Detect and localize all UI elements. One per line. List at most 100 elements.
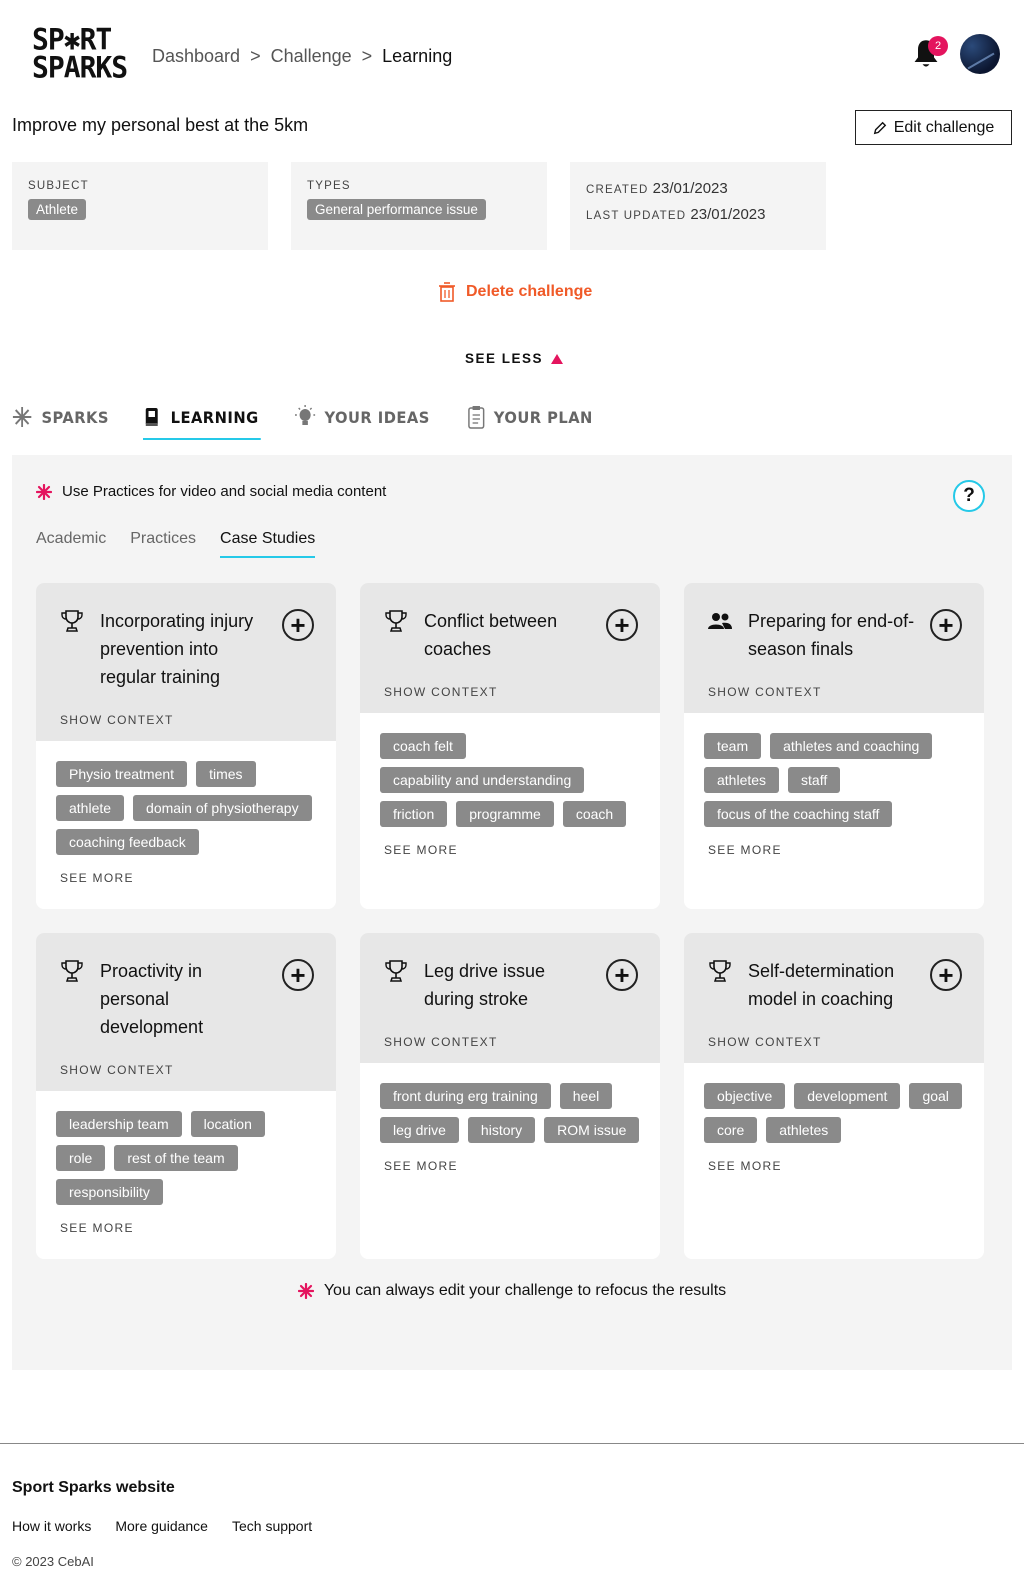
footer-link-how-it-works[interactable]: How it works — [12, 1518, 91, 1534]
keyword-tag: front during erg training — [380, 1083, 551, 1109]
card-body: objective development goal core athletes SEE… — [684, 1063, 984, 1193]
keyword-tag: coach — [562, 801, 627, 827]
tab-practices[interactable]: Practices — [130, 530, 196, 558]
footer-link-tech-support[interactable]: Tech support — [232, 1518, 312, 1534]
updated-row: LAST UPDATED 23/01/2023 — [586, 206, 810, 223]
trophy-icon — [60, 609, 84, 633]
user-avatar[interactable] — [960, 34, 1000, 74]
show-context-toggle[interactable]: SHOW CONTEXT — [708, 1035, 960, 1049]
tab-your-ideas[interactable]: YOUR IDEAS — [295, 400, 432, 434]
see-more-link[interactable]: SEE MORE — [708, 1159, 964, 1173]
keyword-tags: front during erg training heel leg drive hi… — [380, 1083, 640, 1143]
keyword-tag: athletes and coaching — [770, 733, 933, 759]
case-study-card: Preparing for end-of-season finals + SHO… — [684, 583, 984, 909]
see-more-link[interactable]: SEE MORE — [384, 1159, 640, 1173]
breadcrumb-challenge[interactable]: Challenge — [271, 46, 352, 67]
created-row: CREATED 23/01/2023 — [586, 180, 810, 197]
add-case-study-button[interactable]: + — [930, 609, 962, 641]
case-study-card: Self-determination model in coaching + S… — [684, 933, 984, 1259]
challenge-title: Improve my personal best at the 5km — [12, 115, 309, 135]
see-more-link[interactable]: SEE MORE — [384, 843, 640, 857]
card-header: Proactivity in personal development + SH… — [36, 933, 336, 1091]
add-case-study-button[interactable]: + — [930, 959, 962, 991]
trophy-icon — [60, 959, 84, 983]
plus-icon: + — [290, 960, 306, 990]
show-context-toggle[interactable]: SHOW CONTEXT — [60, 713, 312, 727]
practices-tip: Use Practices for video and social media… — [36, 483, 386, 500]
plus-icon: + — [614, 610, 630, 640]
tab-your-plan[interactable]: YOUR PLAN — [467, 400, 595, 434]
see-more-link[interactable]: SEE MORE — [60, 1221, 316, 1235]
types-label: TYPES — [307, 180, 351, 192]
sport-sparks-logo[interactable]: SP✱RT SPARKS — [32, 25, 128, 82]
tab-learning-label: LEARNING — [171, 407, 260, 427]
card-header: Preparing for end-of-season finals + SHO… — [684, 583, 984, 713]
keyword-tag: programme — [456, 801, 554, 827]
card-title: Proactivity in personal development — [100, 961, 204, 1037]
help-button[interactable]: ? — [953, 480, 985, 512]
edit-challenge-button[interactable]: Edit challenge — [855, 110, 1012, 145]
delete-challenge-button[interactable]: Delete challenge — [438, 282, 592, 302]
keyword-tag: responsibility — [56, 1179, 163, 1205]
keyword-tags: objective development goal core athletes — [704, 1083, 964, 1143]
tab-case-studies[interactable]: Case Studies — [220, 530, 316, 558]
card-title: Self-determination model in coaching — [748, 961, 895, 1009]
card-title: Incorporating injury prevention into reg… — [100, 611, 254, 687]
see-more-link[interactable]: SEE MORE — [60, 871, 316, 885]
keyword-tag: rest of the team — [114, 1145, 238, 1171]
updated-value: 23/01/2023 — [690, 206, 766, 223]
breadcrumb-current: Learning — [382, 46, 453, 66]
show-context-toggle[interactable]: SHOW CONTEXT — [384, 1035, 636, 1049]
tab-sparks-label: SPARKS — [41, 407, 109, 427]
card-title: Leg drive issue during stroke — [424, 961, 546, 1009]
keyword-tag: times — [196, 761, 256, 787]
tab-academic[interactable]: Academic — [36, 530, 106, 558]
keyword-tag: heel — [559, 1083, 613, 1109]
delete-challenge-label: Delete challenge — [466, 283, 593, 300]
keyword-tag: coach felt — [380, 733, 466, 759]
main-tabs: SPARKS LEARNING YOUR IDEAS YOUR PLAN — [12, 400, 605, 440]
see-less-toggle[interactable]: SEE LESS — [465, 351, 564, 366]
keyword-tag: location — [190, 1111, 265, 1137]
footer-links: How it works More guidance Tech support — [12, 1518, 312, 1534]
learning-panel: Use Practices for video and social media… — [12, 455, 1012, 1370]
keyword-tag: domain of physiotherapy — [133, 795, 312, 821]
practices-tip-text: Use Practices for video and social media… — [62, 483, 387, 500]
card-header: Conflict between coaches + SHOW CONTEXT — [360, 583, 660, 713]
card-title: Preparing for end-of-season finals — [748, 611, 915, 659]
show-context-toggle[interactable]: SHOW CONTEXT — [384, 685, 636, 699]
card-title: Conflict between coaches — [424, 611, 558, 659]
case-study-card: Leg drive issue during stroke + SHOW CON… — [360, 933, 660, 1259]
created-value: 23/01/2023 — [652, 180, 728, 197]
case-study-card: Proactivity in personal development + SH… — [36, 933, 336, 1259]
add-case-study-button[interactable]: + — [282, 609, 314, 641]
keyword-tag: coaching feedback — [56, 829, 199, 855]
show-context-toggle[interactable]: SHOW CONTEXT — [60, 1063, 312, 1077]
tab-sparks[interactable]: SPARKS — [12, 400, 111, 434]
notifications-button[interactable]: 2 — [912, 36, 948, 74]
keyword-tag: athlete — [56, 795, 125, 821]
refocus-tip-text: You can always edit your challenge to re… — [323, 1282, 727, 1299]
breadcrumb-separator: > — [250, 46, 261, 66]
card-header: Leg drive issue during stroke + SHOW CON… — [360, 933, 660, 1063]
keyword-tag: athletes — [766, 1117, 842, 1143]
show-context-toggle[interactable]: SHOW CONTEXT — [708, 685, 960, 699]
breadcrumb-dashboard[interactable]: Dashboard — [152, 46, 240, 67]
add-case-study-button[interactable]: + — [606, 959, 638, 991]
card-body: Physio treatment times athlete domain of ph… — [36, 741, 336, 905]
case-study-cards: Incorporating injury prevention into reg… — [36, 583, 988, 1259]
case-study-card: Conflict between coaches + SHOW CONTEXT … — [360, 583, 660, 909]
keyword-tag: capability and understanding — [380, 767, 585, 793]
created-label: CREATED — [586, 184, 649, 196]
see-more-link[interactable]: SEE MORE — [708, 843, 964, 857]
tab-learning[interactable]: LEARNING — [143, 400, 261, 440]
clipboard-icon — [467, 406, 485, 429]
trophy-icon — [384, 609, 408, 633]
keyword-tag: friction — [380, 801, 448, 827]
keyword-tag: team — [704, 733, 762, 759]
add-case-study-button[interactable]: + — [282, 959, 314, 991]
keyword-tag: focus of the coaching staff — [704, 801, 893, 827]
footer-link-more-guidance[interactable]: More guidance — [115, 1518, 208, 1534]
add-case-study-button[interactable]: + — [606, 609, 638, 641]
lightbulb-icon — [295, 405, 316, 425]
